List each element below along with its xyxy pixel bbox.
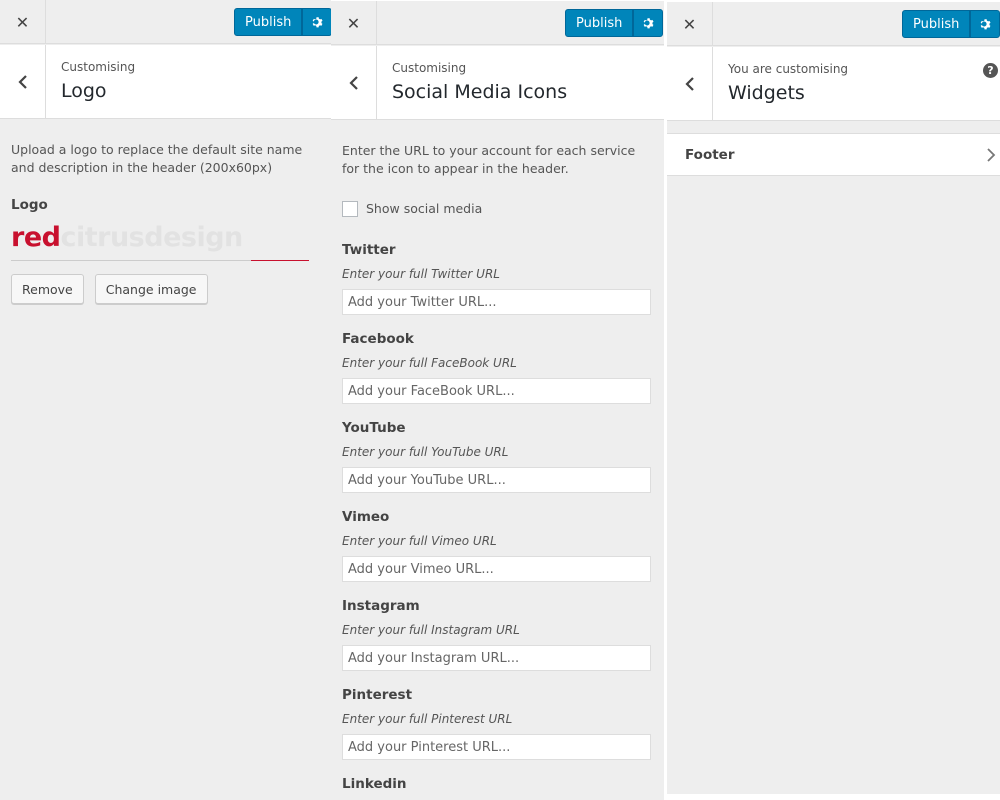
show-social-control: Show social media [342, 200, 482, 218]
publish-button[interactable]: Publish [565, 9, 634, 37]
youtube-url-input[interactable] [342, 467, 651, 493]
section-description: Enter the URL to your account for each s… [342, 143, 636, 176]
vimeo-description: Enter your full Vimeo URL [342, 534, 497, 548]
back-arrow-icon[interactable] [331, 46, 377, 119]
help-icon[interactable]: ? [983, 63, 998, 78]
publish-group: Publish [234, 8, 331, 36]
logo-preview: redcitrusdesign [11, 222, 311, 262]
gear-icon[interactable] [633, 9, 664, 37]
twitter-url-input[interactable] [342, 289, 651, 315]
youtube-title: YouTube [342, 420, 406, 436]
close-icon[interactable]: ✕ [331, 1, 377, 45]
customizer-panel-widgets: ✕ Publish You are customising Widgets ? … [667, 2, 1000, 794]
logo-underline [11, 260, 251, 261]
widget-area-footer[interactable]: Footer [667, 133, 1000, 176]
logo-text-grey: citrusdesign [60, 222, 243, 253]
customizer-header: ✕ Publish [331, 1, 664, 45]
twitter-title: Twitter [342, 242, 396, 258]
publish-button[interactable]: Publish [902, 10, 971, 38]
change-image-button[interactable]: Change image [94, 274, 208, 304]
pinterest-description: Enter your full Pinterest URL [342, 712, 513, 726]
facebook-url-input[interactable] [342, 378, 651, 404]
youtube-description: Enter your full YouTube URL [342, 445, 509, 459]
section-title: Social Media Icons [392, 81, 568, 103]
close-icon[interactable]: ✕ [0, 0, 46, 44]
customizer-header: ✕ Publish [667, 2, 1000, 46]
publish-group: Publish [565, 9, 664, 37]
breadcrumb: You are customising [728, 62, 849, 76]
facebook-title: Facebook [342, 331, 414, 347]
customizer-panel-logo: ✕ Publish Customising Logo Upload a logo… [0, 0, 331, 800]
logo-control-title: Logo [11, 197, 48, 213]
vimeo-title: Vimeo [342, 509, 390, 525]
logo-text-red: red [11, 222, 61, 253]
show-social-checkbox[interactable] [342, 201, 358, 217]
instagram-title: Instagram [342, 598, 420, 614]
close-icon[interactable]: ✕ [667, 2, 713, 46]
gear-icon[interactable] [302, 8, 331, 36]
section-header: Customising Social Media Icons [331, 46, 664, 120]
vimeo-url-input[interactable] [342, 556, 651, 582]
instagram-url-input[interactable] [342, 645, 651, 671]
back-arrow-icon[interactable] [0, 45, 46, 118]
pinterest-url-input[interactable] [342, 734, 651, 760]
section-title: Logo [61, 80, 107, 102]
linkedin-title: Linkedin [342, 776, 407, 792]
logo-actions: Remove Change image [11, 274, 208, 304]
twitter-description: Enter your full Twitter URL [342, 267, 500, 281]
pinterest-title: Pinterest [342, 687, 413, 703]
publish-button[interactable]: Publish [234, 8, 303, 36]
gear-icon[interactable] [970, 10, 1000, 38]
widget-area-label: Footer [685, 147, 735, 163]
show-social-label: Show social media [366, 201, 483, 216]
breadcrumb: Customising [61, 60, 136, 74]
chevron-right-icon [987, 148, 996, 162]
publish-group: Publish [902, 10, 1000, 38]
customizer-panel-social: ✕ Publish Customising Social Media Icons… [331, 1, 664, 800]
instagram-description: Enter your full Instagram URL [342, 623, 520, 637]
section-header: Customising Logo [0, 45, 331, 119]
facebook-description: Enter your full FaceBook URL [342, 356, 517, 370]
customizer-header: ✕ Publish [0, 0, 331, 44]
back-arrow-icon[interactable] [667, 47, 713, 120]
section-header: You are customising Widgets ? [667, 47, 1000, 121]
logo-underline-accent [251, 260, 309, 261]
section-description: Upload a logo to replace the default sit… [11, 142, 303, 175]
breadcrumb: Customising [392, 61, 467, 75]
section-title: Widgets [728, 82, 805, 104]
remove-button[interactable]: Remove [11, 274, 84, 304]
